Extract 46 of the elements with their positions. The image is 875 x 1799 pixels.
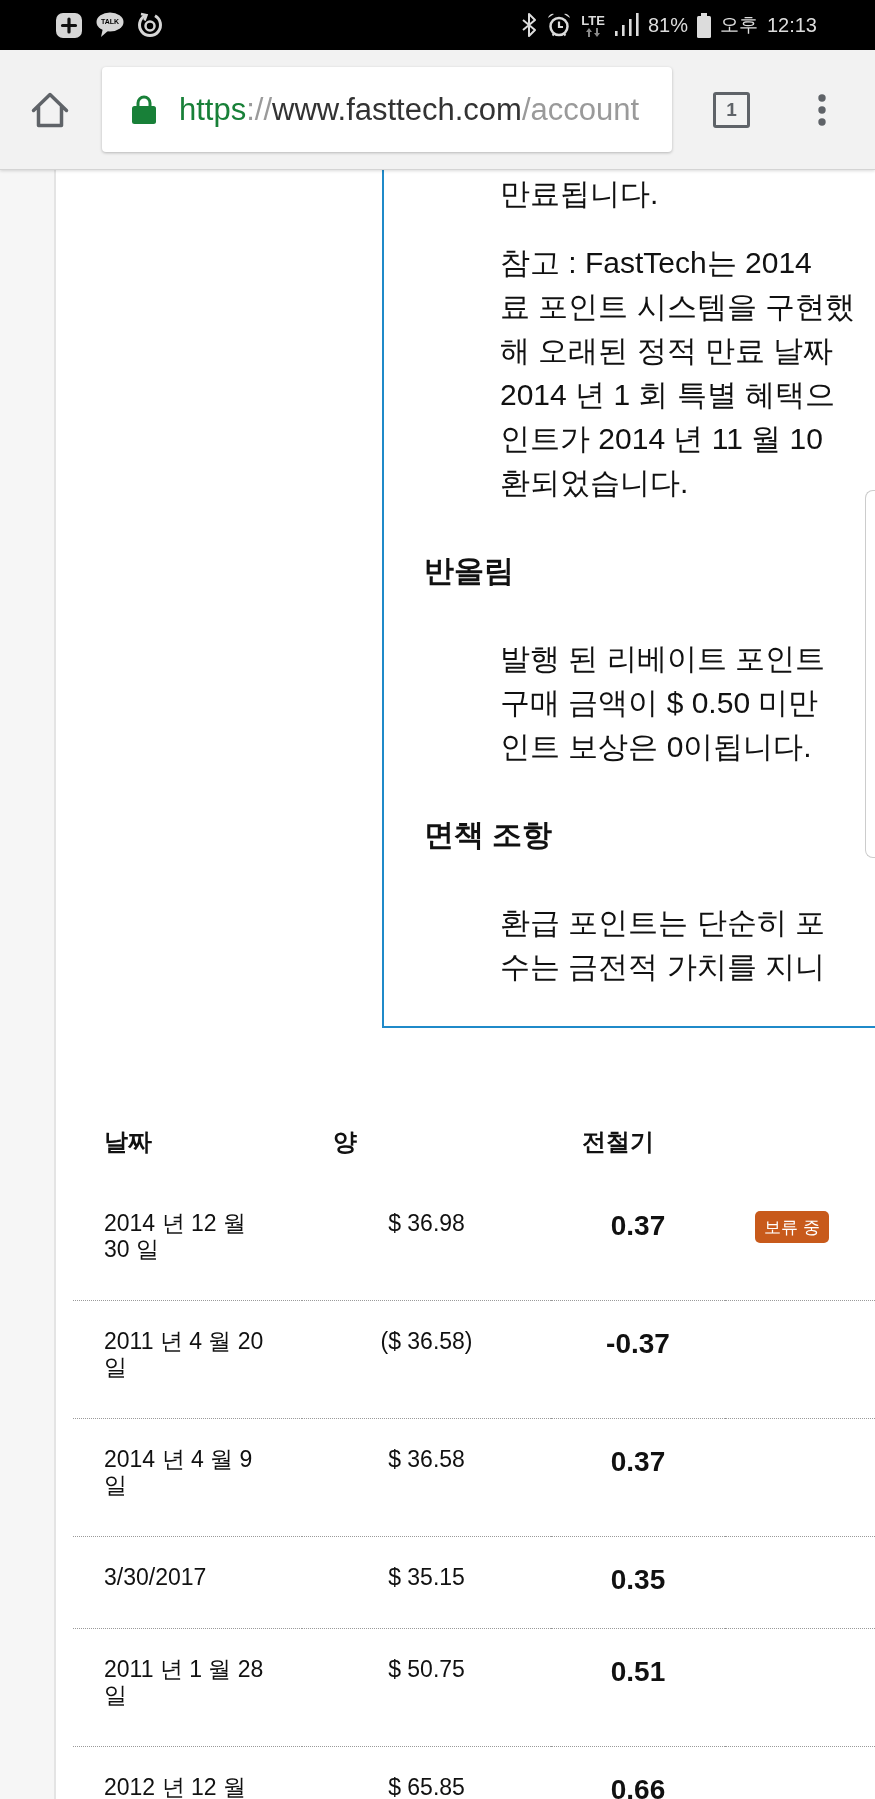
signal-icon [613,13,639,37]
section-heading: 면책 조항 [424,817,553,853]
points-value: 0.51 [610,1659,666,1685]
points-value: 0.35 [610,1567,666,1593]
battery-icon [696,12,711,38]
section-heading: 반올림 [424,553,514,589]
paragraph-text: 환급 포인트는 단순히 포 수는 금전적 가치를 지니 [500,905,825,985]
url-text: https://www.fasttech.com/account [179,91,640,128]
column-header: 전철기 [582,1127,654,1157]
data-arrows-icon [586,27,601,37]
amount-text: $ 36.58 [388,1446,465,1472]
points-value: -0.37 [606,1331,670,1357]
address-bar[interactable]: https://www.fasttech.com/account [102,67,672,152]
tab-switcher-button[interactable]: 1 [713,91,750,128]
battery-percent: 81% [647,13,688,37]
date-text: 2012 년 12 월 [104,1774,246,1799]
date-text: 2014 년 4 월 9 일 [104,1446,254,1498]
lock-icon [132,95,156,124]
bluetooth-icon [521,12,538,38]
points-value: 0.37 [610,1449,666,1475]
alarm-clock-icon [546,12,573,38]
date-text: 2011 년 4 월 20 일 [104,1328,265,1380]
date-text: 3/30/2017 [104,1564,207,1590]
column-header: 날짜 [104,1127,152,1157]
plus-badge-icon [55,11,83,39]
paragraph-text: 참고 : FastTech는 2014 료 포인트 시스템을 구현했 해 오래된 정적 만료 날짜 2014 년 1 회 특별 혜택으 인트가 2014 년 11 월 10 환되었습니다. [500,245,855,501]
date-text: 2014 년 12 월 30 일 [104,1210,247,1262]
amount-text: ($ 36.58) [380,1328,473,1354]
more-menu-icon[interactable] [818,93,826,126]
network-type: LTE [581,13,605,28]
sync-icon [137,12,163,38]
paragraph-text: 만료됩니다. [500,176,659,212]
points-value: 0.66 [610,1777,666,1799]
amount-text: $ 65.85 [388,1774,465,1799]
column-header: 양 [333,1127,357,1157]
scroll-handle[interactable] [865,490,875,858]
home-icon[interactable] [31,91,69,128]
clock-time: 12:13 [766,13,817,37]
meridiem-text: 오후 [719,13,758,37]
amount-text: $ 35.15 [388,1564,465,1590]
amount-text: $ 36.98 [388,1210,465,1236]
date-text: 2011 년 1 월 28 일 [104,1656,265,1708]
status-badge: 보류 중 [755,1211,829,1243]
paragraph-text: 발행 된 리베이트 포인트 구매 금액이 $ 0.50 미만 인트 보상은 0이됩니다. [500,641,825,765]
amount-text: $ 50.75 [388,1656,465,1682]
points-value: 0.37 [610,1213,666,1239]
